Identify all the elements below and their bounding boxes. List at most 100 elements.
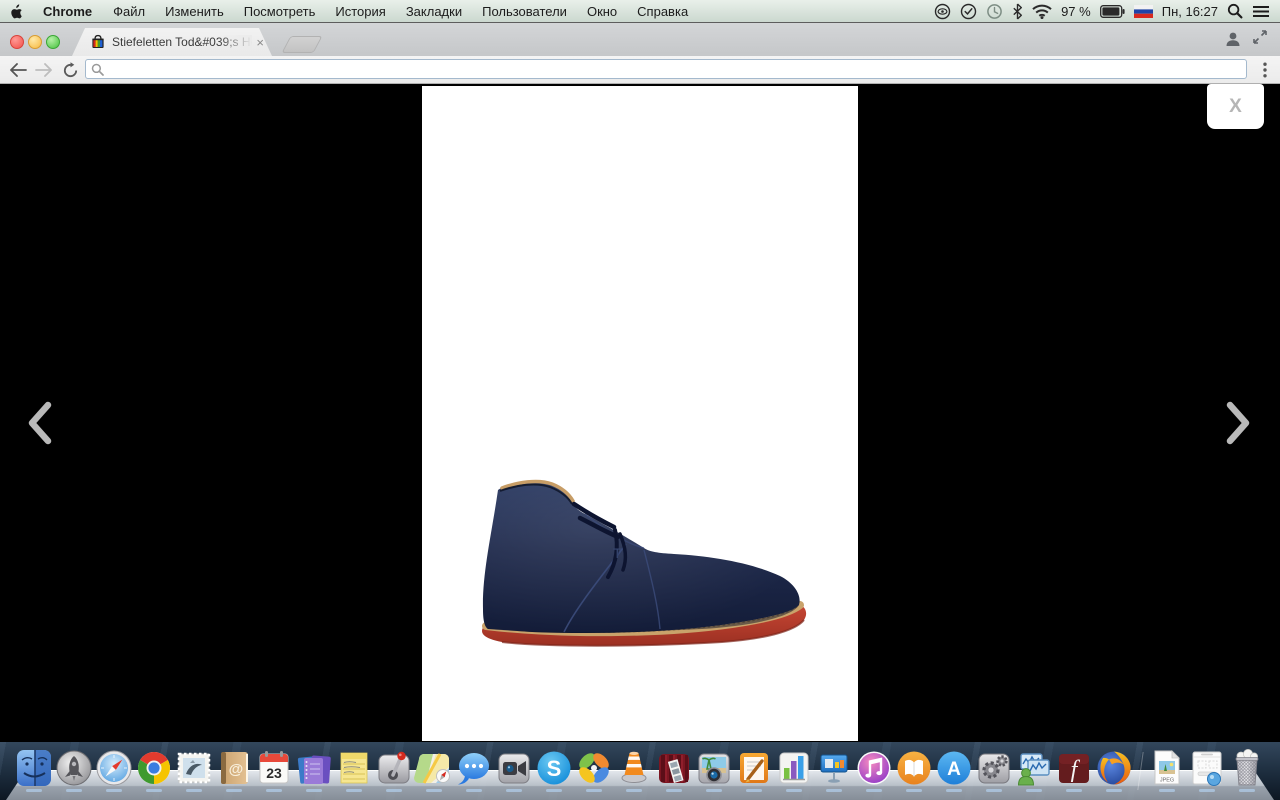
dock-ibooks[interactable] (894, 748, 934, 792)
dock-maps[interactable] (414, 748, 454, 792)
mail-icon (174, 748, 214, 788)
dock-skype[interactable]: S (534, 748, 574, 792)
firefox-icon (1094, 748, 1134, 788)
dock-keynote[interactable] (814, 748, 854, 792)
dock-indicator (386, 789, 402, 792)
wifi-icon[interactable] (1032, 4, 1052, 19)
app-store-icon: A (934, 748, 974, 788)
dock-launchpad[interactable] (54, 748, 94, 792)
svg-text:T: T (613, 545, 622, 561)
dock-indicator (1239, 789, 1255, 792)
menu-view[interactable]: Посмотреть (234, 4, 326, 19)
keynote-icon (814, 748, 854, 788)
svg-text:@: @ (228, 761, 243, 778)
dock-pages[interactable] (734, 748, 774, 792)
svg-text:JPEG: JPEG (1159, 778, 1173, 784)
address-input[interactable] (109, 61, 1241, 77)
browser-menu-button[interactable] (1254, 59, 1276, 81)
reload-button[interactable] (59, 59, 81, 81)
window-zoom-button[interactable] (46, 35, 60, 49)
browser-toolbar (0, 56, 1280, 84)
iphoto-icon (694, 748, 734, 788)
dock-mail[interactable] (174, 748, 214, 792)
search-icon (91, 63, 104, 76)
dock-iphoto[interactable] (694, 748, 734, 792)
dock-indicator (506, 789, 522, 792)
dock-chrome[interactable] (134, 748, 174, 792)
dock-notebooks[interactable] (294, 748, 334, 792)
dock-itunes[interactable] (854, 748, 894, 792)
menu-history[interactable]: История (325, 4, 395, 19)
lightbox-backdrop[interactable]: T X (0, 84, 1280, 742)
dock-installer[interactable] (1187, 748, 1227, 792)
dock-calendar[interactable]: 23 (254, 748, 294, 792)
browser-tab[interactable]: Stiefeletten Tod&#039;s Herre × (72, 28, 272, 56)
dock-numbers[interactable] (774, 748, 814, 792)
dock-user-monitor[interactable] (1014, 748, 1054, 792)
finder-icon (14, 748, 54, 788)
menu-edit[interactable]: Изменить (155, 4, 234, 19)
chrome-icon (134, 748, 174, 788)
dock-pinwheel[interactable] (574, 748, 614, 792)
svg-text:S: S (546, 756, 561, 781)
eye-circle-icon[interactable] (934, 3, 951, 20)
next-arrow-icon[interactable] (1224, 401, 1252, 445)
dock-finder[interactable] (14, 748, 54, 792)
dock-flash-installer[interactable]: f (1054, 748, 1094, 792)
address-bar[interactable] (85, 59, 1247, 79)
messages-icon (454, 748, 494, 788)
menu-users[interactable]: Пользователи (472, 4, 577, 19)
dock-indicator (226, 789, 242, 792)
forward-button[interactable] (33, 59, 55, 81)
dock-safari[interactable] (94, 748, 134, 792)
window-minimize-button[interactable] (28, 35, 42, 49)
dock-lever-utility[interactable] (374, 748, 414, 792)
dock-jpeg-file[interactable]: JPEG (1147, 748, 1187, 792)
tab-close-icon[interactable]: × (254, 36, 266, 49)
spotlight-search-icon[interactable] (1227, 3, 1243, 19)
menu-bookmarks[interactable]: Закладки (396, 4, 472, 19)
profile-icon[interactable] (1224, 30, 1242, 48)
dock-facetime[interactable] (494, 748, 534, 792)
shopping-bag-favicon (90, 34, 106, 50)
dock-messages[interactable] (454, 748, 494, 792)
menu-file[interactable]: Файл (103, 4, 155, 19)
menu-chrome[interactable]: Chrome (32, 4, 103, 19)
menu-clock[interactable]: Пн, 16:27 (1162, 4, 1218, 19)
dock-system-preferences[interactable] (974, 748, 1014, 792)
dock-indicator (626, 789, 642, 792)
dock-trash[interactable] (1227, 748, 1267, 792)
dock-photobooth[interactable] (654, 748, 694, 792)
menu-window[interactable]: Окно (577, 4, 627, 19)
dock-vlc[interactable] (614, 748, 654, 792)
menu-help[interactable]: Справка (627, 4, 698, 19)
back-button[interactable] (7, 59, 29, 81)
safari-icon (94, 748, 134, 788)
itunes-icon (854, 748, 894, 788)
window-close-button[interactable] (10, 35, 24, 49)
prev-arrow-icon[interactable] (26, 401, 54, 445)
lightbox-close-button[interactable]: X (1207, 84, 1264, 129)
dock-notes[interactable] (334, 748, 374, 792)
bluetooth-icon[interactable] (1012, 3, 1023, 20)
fullscreen-icon[interactable] (1252, 29, 1268, 45)
dock-indicator (826, 789, 842, 792)
apple-menu[interactable] (0, 4, 32, 19)
skype-icon: S (534, 748, 574, 788)
dock-indicator (306, 789, 322, 792)
system-preferences-icon (974, 748, 1014, 788)
dock-contacts[interactable]: @ (214, 748, 254, 792)
notification-center-icon[interactable] (1252, 5, 1270, 18)
time-machine-icon[interactable] (986, 3, 1003, 20)
dock-indicator (466, 789, 482, 792)
flag-russia-icon[interactable] (1134, 5, 1153, 18)
three-dot-menu-icon (1263, 62, 1267, 78)
battery-icon[interactable] (1100, 5, 1125, 18)
dock-indicator (1106, 789, 1122, 792)
dock-appstore[interactable]: A (934, 748, 974, 792)
dock-indicator (426, 789, 442, 792)
dock-firefox[interactable] (1094, 748, 1134, 792)
check-circle-icon[interactable] (960, 3, 977, 20)
dock: @ 23 (0, 748, 1280, 792)
new-tab-button[interactable] (281, 36, 322, 53)
